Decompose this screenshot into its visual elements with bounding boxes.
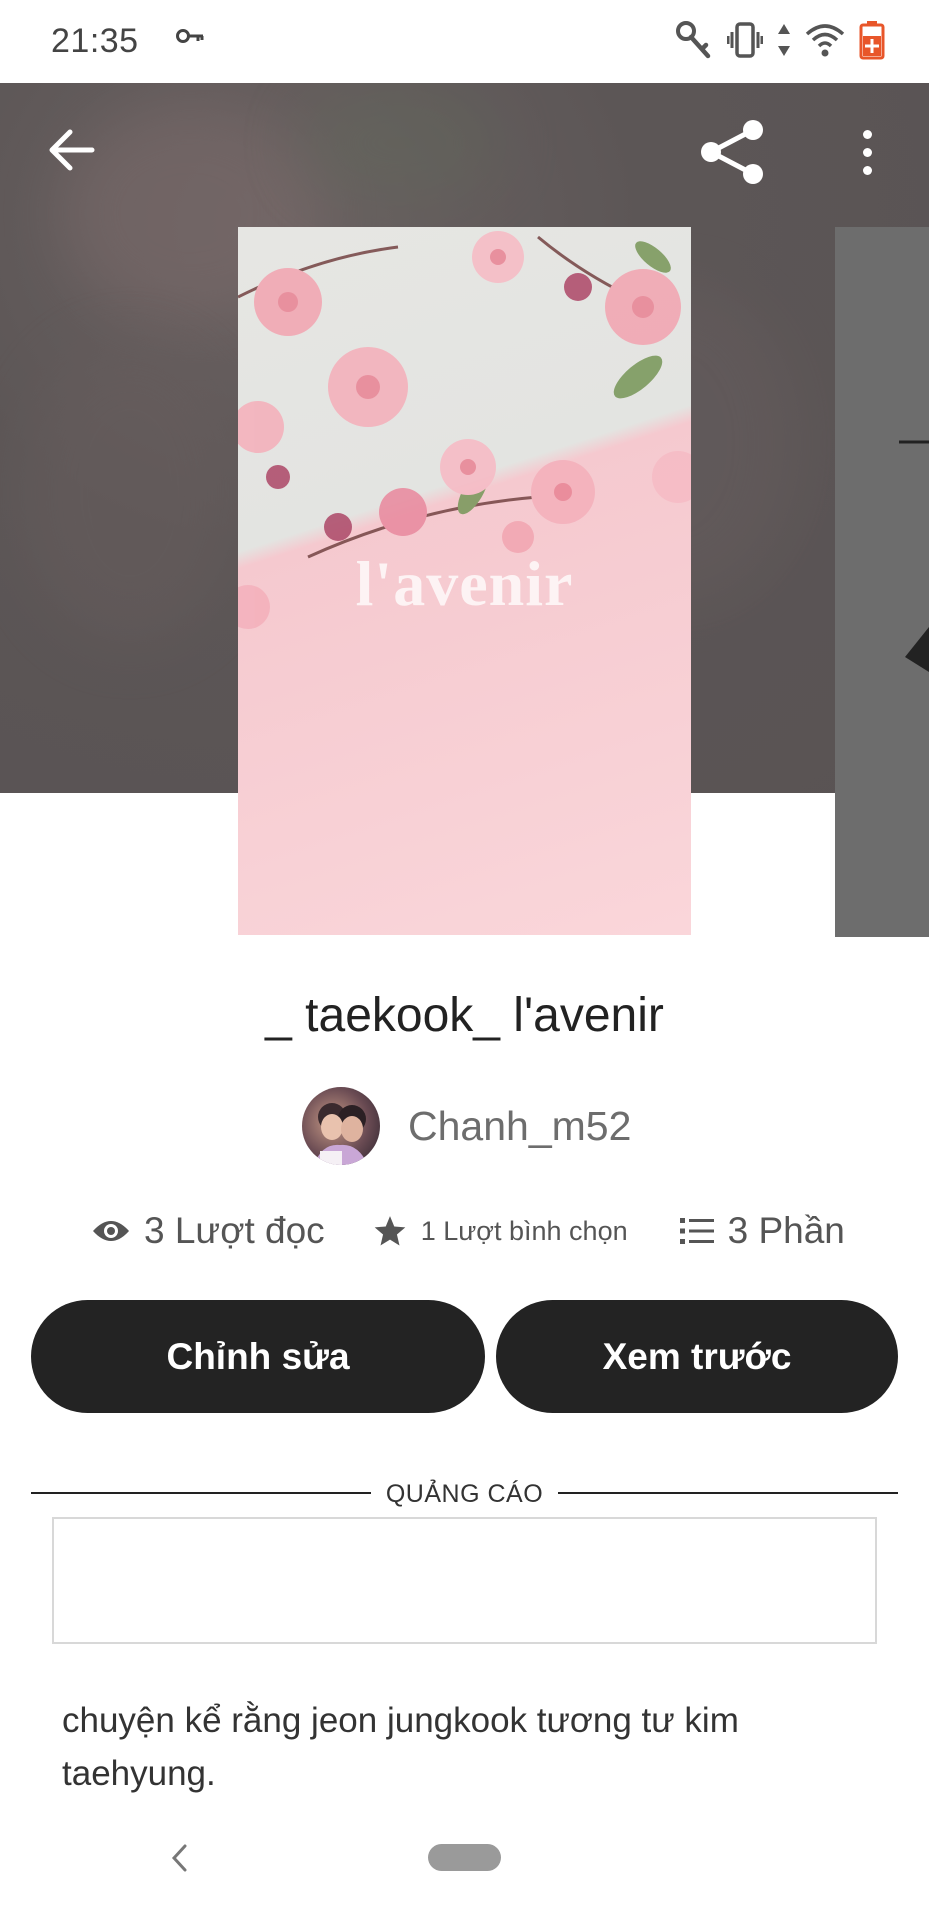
star-icon <box>374 1216 405 1246</box>
chevron-left-icon <box>171 1844 187 1872</box>
avatar[interactable] <box>302 1087 380 1165</box>
reads-stat: 3 Lượt đọc <box>92 1210 325 1252</box>
next-cover-art <box>899 440 929 672</box>
status-bar: 21:35 <box>0 0 929 83</box>
story-description: chuyện kể rằng jeon jungkook tương tư ki… <box>62 1701 739 1793</box>
wifi-icon <box>805 23 845 62</box>
eye-icon <box>93 1221 129 1241</box>
share-icon <box>701 120 763 184</box>
ad-label: QUẢNG CÁO <box>385 1480 544 1508</box>
story-title: _ taekook_ l'avenir <box>265 989 664 1042</box>
story-stats: 3 Lượt đọc 1 Lượt bình chọn 3 Phần <box>92 1210 845 1252</box>
votes-count: 1 Lượt bình chọn <box>420 1215 628 1246</box>
share-button[interactable] <box>695 115 769 189</box>
author-row[interactable]: Chanh_m52 <box>302 1087 631 1165</box>
reads-count: 3 Lượt đọc <box>144 1210 325 1251</box>
preview-button[interactable]: Xem trước <box>496 1300 898 1413</box>
vibrate-icon <box>726 20 764 65</box>
data-arrows-icon <box>777 22 791 63</box>
more-vertical-icon <box>862 129 872 139</box>
more-options-button[interactable] <box>850 120 884 184</box>
story-cover[interactable]: l'avenir <box>238 227 691 935</box>
parts-stat: 3 Phần <box>679 1210 845 1252</box>
cover-title-text: l'avenir <box>355 548 574 619</box>
vpn-key-icon <box>176 26 206 51</box>
list-icon <box>679 1218 714 1244</box>
nav-back-button[interactable] <box>160 1838 200 1878</box>
author-name[interactable]: Chanh_m52 <box>408 1103 631 1150</box>
status-time: 21:35 <box>51 22 139 60</box>
ad-divider-right <box>558 1492 898 1494</box>
next-story-cover[interactable] <box>835 227 929 937</box>
edit-button[interactable]: Chỉnh sửa <box>31 1300 485 1413</box>
key-icon <box>675 20 713 65</box>
nav-home-pill[interactable] <box>428 1844 501 1871</box>
back-button[interactable] <box>40 118 104 182</box>
parts-count: 3 Phần <box>727 1210 845 1251</box>
votes-stat: 1 Lượt bình chọn <box>373 1214 628 1248</box>
battery-icon <box>859 20 885 65</box>
ad-slot[interactable] <box>52 1517 877 1644</box>
status-icons <box>675 20 885 65</box>
arrow-left-icon <box>49 129 95 171</box>
